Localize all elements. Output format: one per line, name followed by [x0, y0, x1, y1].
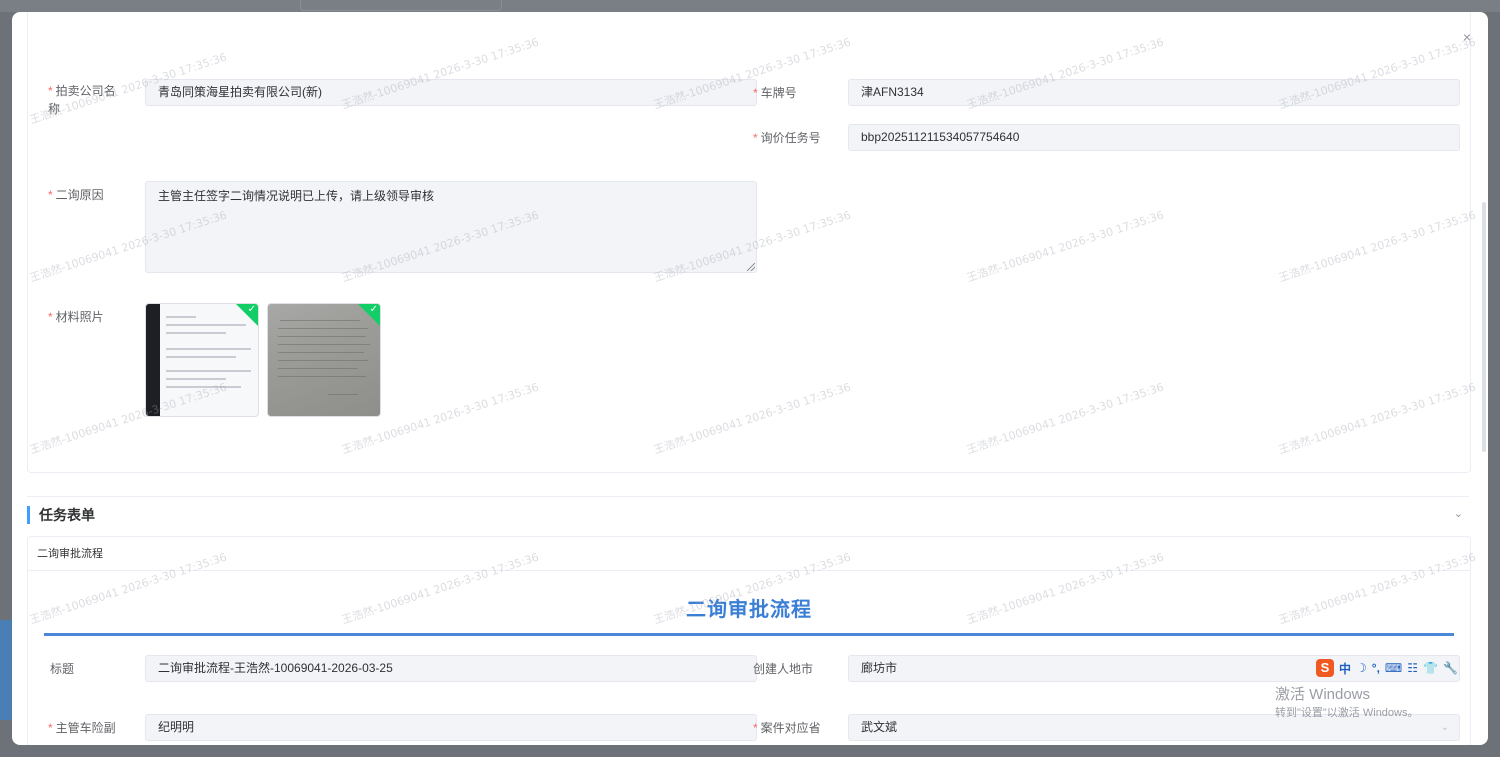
background-app-bar — [0, 0, 1500, 12]
reason-text: 主管主任签字二询情况说明已上传，请上级领导审核 — [158, 189, 435, 203]
check-icon: ✓ — [247, 304, 256, 315]
photo-thumbnail[interactable]: ✓ — [267, 303, 381, 417]
keyboard-icon[interactable]: ⌨ — [1385, 661, 1402, 675]
dialog: × * 拍卖公司名称 青岛同策海星拍卖有限公司(新) * 车牌号 津AFN3134 … — [12, 12, 1488, 745]
section-title: 任务表单 — [39, 507, 95, 523]
check-icon: ✓ — [369, 304, 378, 315]
skin-icon[interactable]: 👕 — [1423, 661, 1438, 675]
subject-label: 标题 — [50, 662, 75, 676]
scrollbar[interactable] — [1482, 202, 1486, 452]
background-sidebar-edge — [0, 620, 12, 720]
photos-label: * 材料照片 — [48, 310, 104, 324]
task-form-card: 二询审批流程 二询审批流程 标题 二询审批流程-王浩然-10069041-202… — [27, 536, 1471, 745]
plate-label: * 车牌号 — [753, 86, 797, 100]
thumbnail-sidebar — [146, 304, 160, 416]
section-header[interactable]: 任务表单 ⌄ — [27, 496, 1469, 535]
form-title-rule — [44, 633, 1454, 636]
company-field[interactable]: 青岛同策海星拍卖有限公司(新) — [145, 79, 757, 106]
ime-language[interactable]: 中 — [1339, 660, 1351, 677]
case-province-label: * 案件对应省 — [753, 721, 821, 735]
section-accent-bar — [27, 506, 30, 524]
detail-card: * 拍卖公司名称 青岛同策海星拍卖有限公司(新) * 车牌号 津AFN3134 * 询… — [27, 12, 1471, 473]
activate-windows-hint: 转到"设置"以激活 Windows。 — [1275, 707, 1419, 719]
form-title: 二询审批流程 — [686, 599, 812, 621]
case-province-value: 武文斌 — [861, 720, 898, 734]
subject-field[interactable]: 二询审批流程-王浩然-10069041-2026-03-25 — [145, 655, 757, 682]
plate-field[interactable]: 津AFN3134 — [848, 79, 1460, 106]
wrench-icon[interactable]: 🔧 — [1443, 661, 1458, 675]
task-form-header: 二询审批流程 — [28, 537, 1470, 571]
supervisor-field[interactable]: 纪明明 — [145, 714, 757, 741]
activate-windows-title: 激活 Windows — [1275, 686, 1371, 703]
punctuation-icon[interactable]: °, — [1372, 661, 1380, 675]
background-tab — [300, 0, 502, 11]
creator-city-label: 创建人地市 — [753, 662, 814, 676]
chevron-down-icon: ⌄ — [1440, 722, 1449, 733]
ime-toolbar[interactable]: S 中 ☽ °, ⌨ ☷ 👕 🔧 — [1316, 657, 1462, 679]
inquiry-task-label: * 询价任务号 — [753, 131, 821, 145]
inquiry-task-field[interactable]: bbp20251121153405775464​0 — [848, 124, 1460, 151]
resize-handle-icon[interactable] — [747, 263, 755, 271]
sogou-logo-icon[interactable]: S — [1316, 659, 1334, 677]
moon-icon[interactable]: ☽ — [1356, 661, 1367, 675]
photo-thumbnail[interactable]: ✓ — [145, 303, 259, 417]
toolbox-icon[interactable]: ☷ — [1407, 661, 1418, 675]
reason-textarea[interactable]: 主管主任签字二询情况说明已上传，请上级领导审核 — [145, 181, 757, 273]
chevron-down-icon[interactable]: ⌄ — [1454, 507, 1463, 520]
company-label: * 拍卖公司名称 — [48, 84, 116, 116]
supervisor-label: * 主管车险副 — [48, 721, 116, 735]
reason-label: * 二询原因 — [48, 188, 104, 202]
